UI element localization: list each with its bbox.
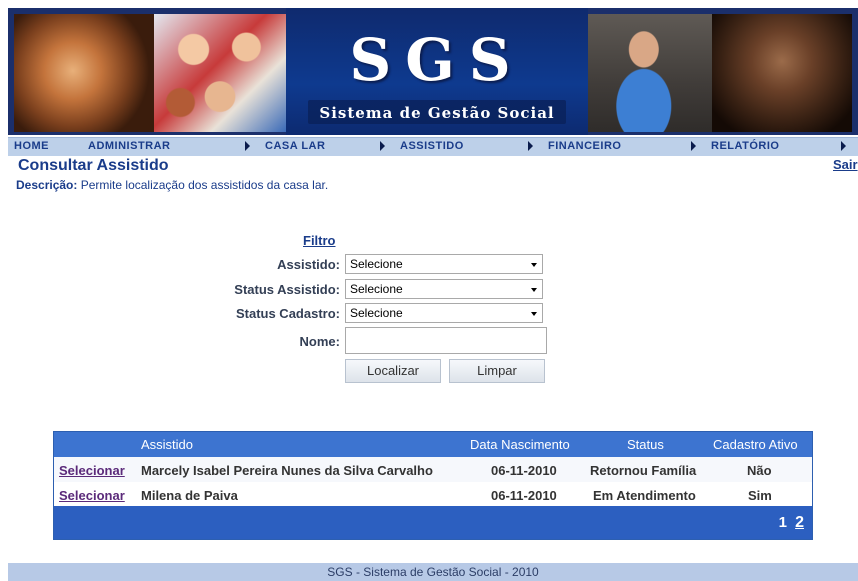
banner-photo-smiling-child xyxy=(14,14,154,132)
localizar-button[interactable]: Localizar xyxy=(345,359,441,383)
menu-arrow-icon xyxy=(528,141,533,151)
menu-administrar[interactable]: ADMINISTRAR xyxy=(88,140,171,152)
menu-arrow-icon xyxy=(380,141,385,151)
nome-input[interactable] xyxy=(345,327,547,354)
column-header-status: Status xyxy=(627,437,664,452)
banner-photo-group-children xyxy=(154,14,286,132)
main-menu: HOME ADMINISTRAR CASA LAR ASSISTIDO FINA… xyxy=(8,137,858,156)
page-title: Consultar Assistido xyxy=(18,157,169,174)
menu-relatorio[interactable]: RELATÓRIO xyxy=(711,140,779,152)
status-cadastro-select-value: Selecione xyxy=(350,306,403,320)
status-assistido-select-value: Selecione xyxy=(350,282,403,296)
menu-home[interactable]: HOME xyxy=(14,140,49,152)
table-row: Selecionar Milena de Paiva 06-11-2010 Em… xyxy=(54,482,812,508)
chevron-down-icon xyxy=(531,312,537,316)
limpar-button[interactable]: Limpar xyxy=(449,359,545,383)
description-text: Permite localização dos assistidos da ca… xyxy=(80,178,329,192)
cell-status: Retornou Família xyxy=(590,463,697,478)
header-banner: SGS Sistema de Gestão Social xyxy=(8,8,858,135)
brand-block: SGS Sistema de Gestão Social xyxy=(286,8,588,135)
status-assistido-select[interactable]: Selecione xyxy=(345,279,543,299)
menu-arrow-icon xyxy=(691,141,696,151)
footer: SGS - Sistema de Gestão Social - 2010 xyxy=(8,563,858,581)
banner-photo-boy-backpack xyxy=(588,14,712,132)
table-header: Assistido Data Nascimento Status Cadastr… xyxy=(54,432,812,457)
description-label: Descrição: xyxy=(16,178,78,192)
chevron-down-icon xyxy=(531,263,537,267)
menu-financeiro[interactable]: FINANCEIRO xyxy=(548,140,621,152)
nome-label: Nome: xyxy=(299,334,340,349)
status-cadastro-label: Status Cadastro: xyxy=(235,306,340,321)
system-subtitle: Sistema de Gestão Social xyxy=(319,104,555,122)
table-pager-bar: 1 2 xyxy=(54,506,812,539)
page-link-2[interactable]: 2 xyxy=(795,514,804,531)
page-link-1[interactable]: 1 xyxy=(779,514,787,531)
menu-assistido[interactable]: ASSISTIDO xyxy=(400,140,464,152)
pagination: 1 2 xyxy=(775,514,804,532)
assistido-select[interactable]: Selecione xyxy=(345,254,543,274)
logout-link[interactable]: Sair xyxy=(833,157,858,172)
column-header-cadastro-ativo: Cadastro Ativo xyxy=(713,437,798,452)
assistido-select-value: Selecione xyxy=(350,257,403,271)
menu-arrow-icon xyxy=(841,141,846,151)
select-row-link[interactable]: Selecionar xyxy=(59,463,125,478)
status-assistido-label: Status Assistido: xyxy=(234,282,340,297)
assistido-label: Assistido: xyxy=(277,257,340,272)
cell-data-nascimento: 06-11-2010 xyxy=(491,488,557,503)
cell-assistido: Milena de Paiva xyxy=(141,488,238,503)
column-header-data-nascimento: Data Nascimento xyxy=(470,437,570,452)
status-cadastro-select[interactable]: Selecione xyxy=(345,303,543,323)
menu-arrow-icon xyxy=(245,141,250,151)
cell-data-nascimento: 06-11-2010 xyxy=(491,463,557,478)
sgs-logo: SGS xyxy=(349,26,525,94)
cell-assistido: Marcely Isabel Pereira Nunes da Silva Ca… xyxy=(141,463,433,478)
table-row: Selecionar Marcely Isabel Pereira Nunes … xyxy=(54,457,812,483)
results-table: Assistido Data Nascimento Status Cadastr… xyxy=(53,431,813,540)
page-description: Descrição: Permite localização dos assis… xyxy=(16,178,328,192)
cell-cadastro-ativo: Sim xyxy=(748,488,772,503)
menu-casa-lar[interactable]: CASA LAR xyxy=(265,140,325,152)
select-row-link[interactable]: Selecionar xyxy=(59,488,125,503)
chevron-down-icon xyxy=(531,288,537,292)
banner-photo-crying-child xyxy=(712,14,852,132)
filter-link[interactable]: Filtro xyxy=(303,233,336,248)
cell-cadastro-ativo: Não xyxy=(747,463,772,478)
cell-status: Em Atendimento xyxy=(593,488,696,503)
column-header-assistido: Assistido xyxy=(141,437,194,452)
